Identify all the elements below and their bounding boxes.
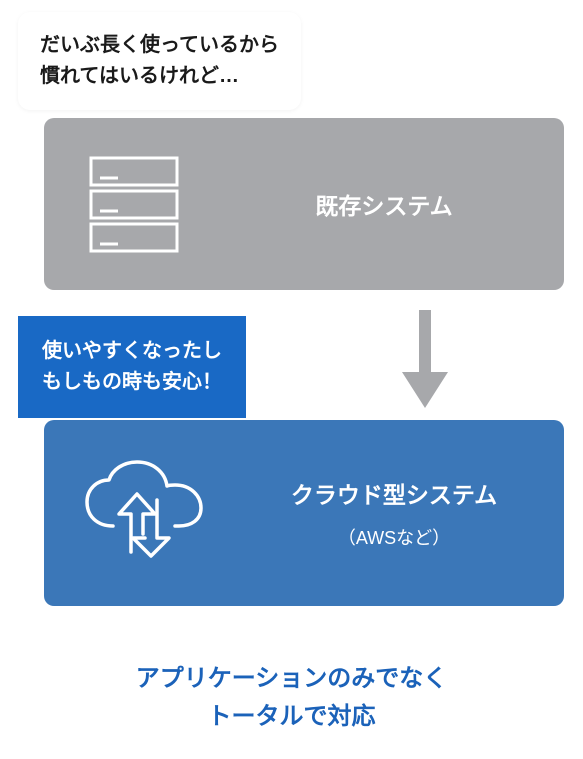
existing-system-label: 既存システム: [224, 187, 564, 221]
arrow-down-icon: [395, 305, 455, 415]
callout-top: だいぶ長く使っているから 慣れてはいるけれど…: [18, 12, 301, 110]
callout-middle: 使いやすくなったし もしもの時も安心！: [18, 316, 246, 418]
cloud-system-label-sub: （AWSなど）: [244, 524, 544, 550]
cloud-system-box: クラウド型システム （AWSなど）: [44, 420, 564, 606]
cloud-transfer-icon: [44, 458, 244, 568]
existing-system-box: 既存システム: [44, 118, 564, 290]
footer-caption: アプリケーションのみでなく トータルで対応: [0, 660, 583, 737]
server-icon: [44, 154, 224, 254]
cloud-system-label-main: クラウド型システム: [244, 476, 544, 510]
